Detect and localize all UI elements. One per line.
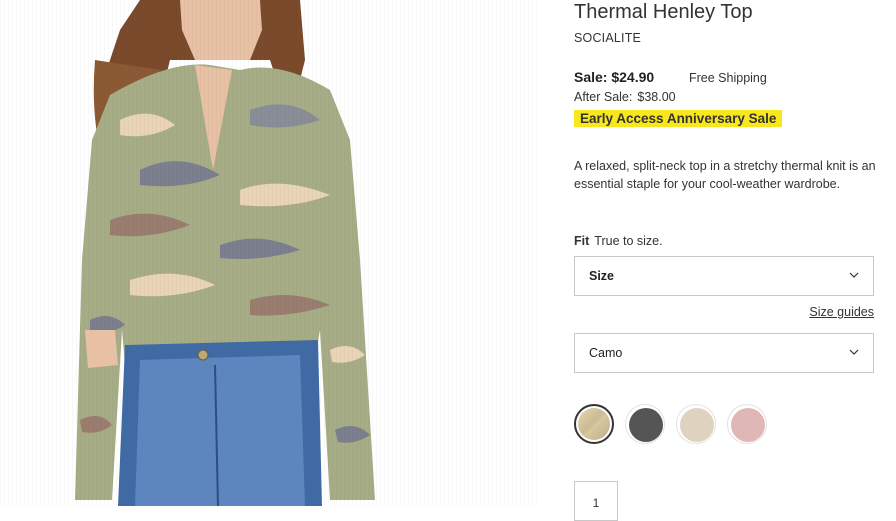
size-guides-link[interactable]: Size guides — [809, 305, 874, 319]
color-select[interactable]: Camo — [574, 333, 874, 373]
shipping-label: Free Shipping — [689, 71, 767, 85]
product-image[interactable] — [0, 0, 540, 506]
chevron-down-icon — [849, 272, 859, 278]
quantity-value: 1 — [592, 496, 600, 510]
price-row: Sale: $24.90 Free Shipping — [574, 69, 876, 87]
fit-info: Fit True to size. — [574, 234, 663, 248]
after-sale-price: After Sale: $38.00 — [574, 90, 676, 104]
after-sale-label: After Sale: — [574, 90, 633, 104]
swatch-oatmeal[interactable] — [676, 404, 716, 444]
brand-link[interactable]: SOCIALITE — [574, 31, 641, 45]
size-select[interactable]: Size — [574, 256, 874, 296]
sale-price: Sale: $24.90 — [574, 69, 655, 85]
color-select-value: Camo — [589, 346, 623, 360]
promo-badge: Early Access Anniversary Sale — [574, 110, 783, 127]
swatch-pink[interactable] — [727, 404, 767, 444]
product-description: A relaxed, split-neck top in a stretchy … — [574, 159, 876, 191]
size-select-value: Size — [589, 269, 615, 283]
product-photo — [0, 0, 540, 506]
swatch-charcoal[interactable] — [625, 404, 665, 444]
quantity-input[interactable]: 1 — [574, 481, 618, 521]
fit-label: Fit — [574, 234, 590, 248]
chevron-down-icon — [849, 349, 859, 355]
product-title: Thermal Henley Top — [574, 1, 753, 23]
after-sale-value: $38.00 — [637, 90, 676, 104]
product-details: Thermal Henley Top SOCIALITE Sale: $24.9… — [574, 0, 876, 521]
swatch-camo[interactable] — [574, 404, 614, 444]
fit-value: True to size. — [594, 234, 663, 248]
